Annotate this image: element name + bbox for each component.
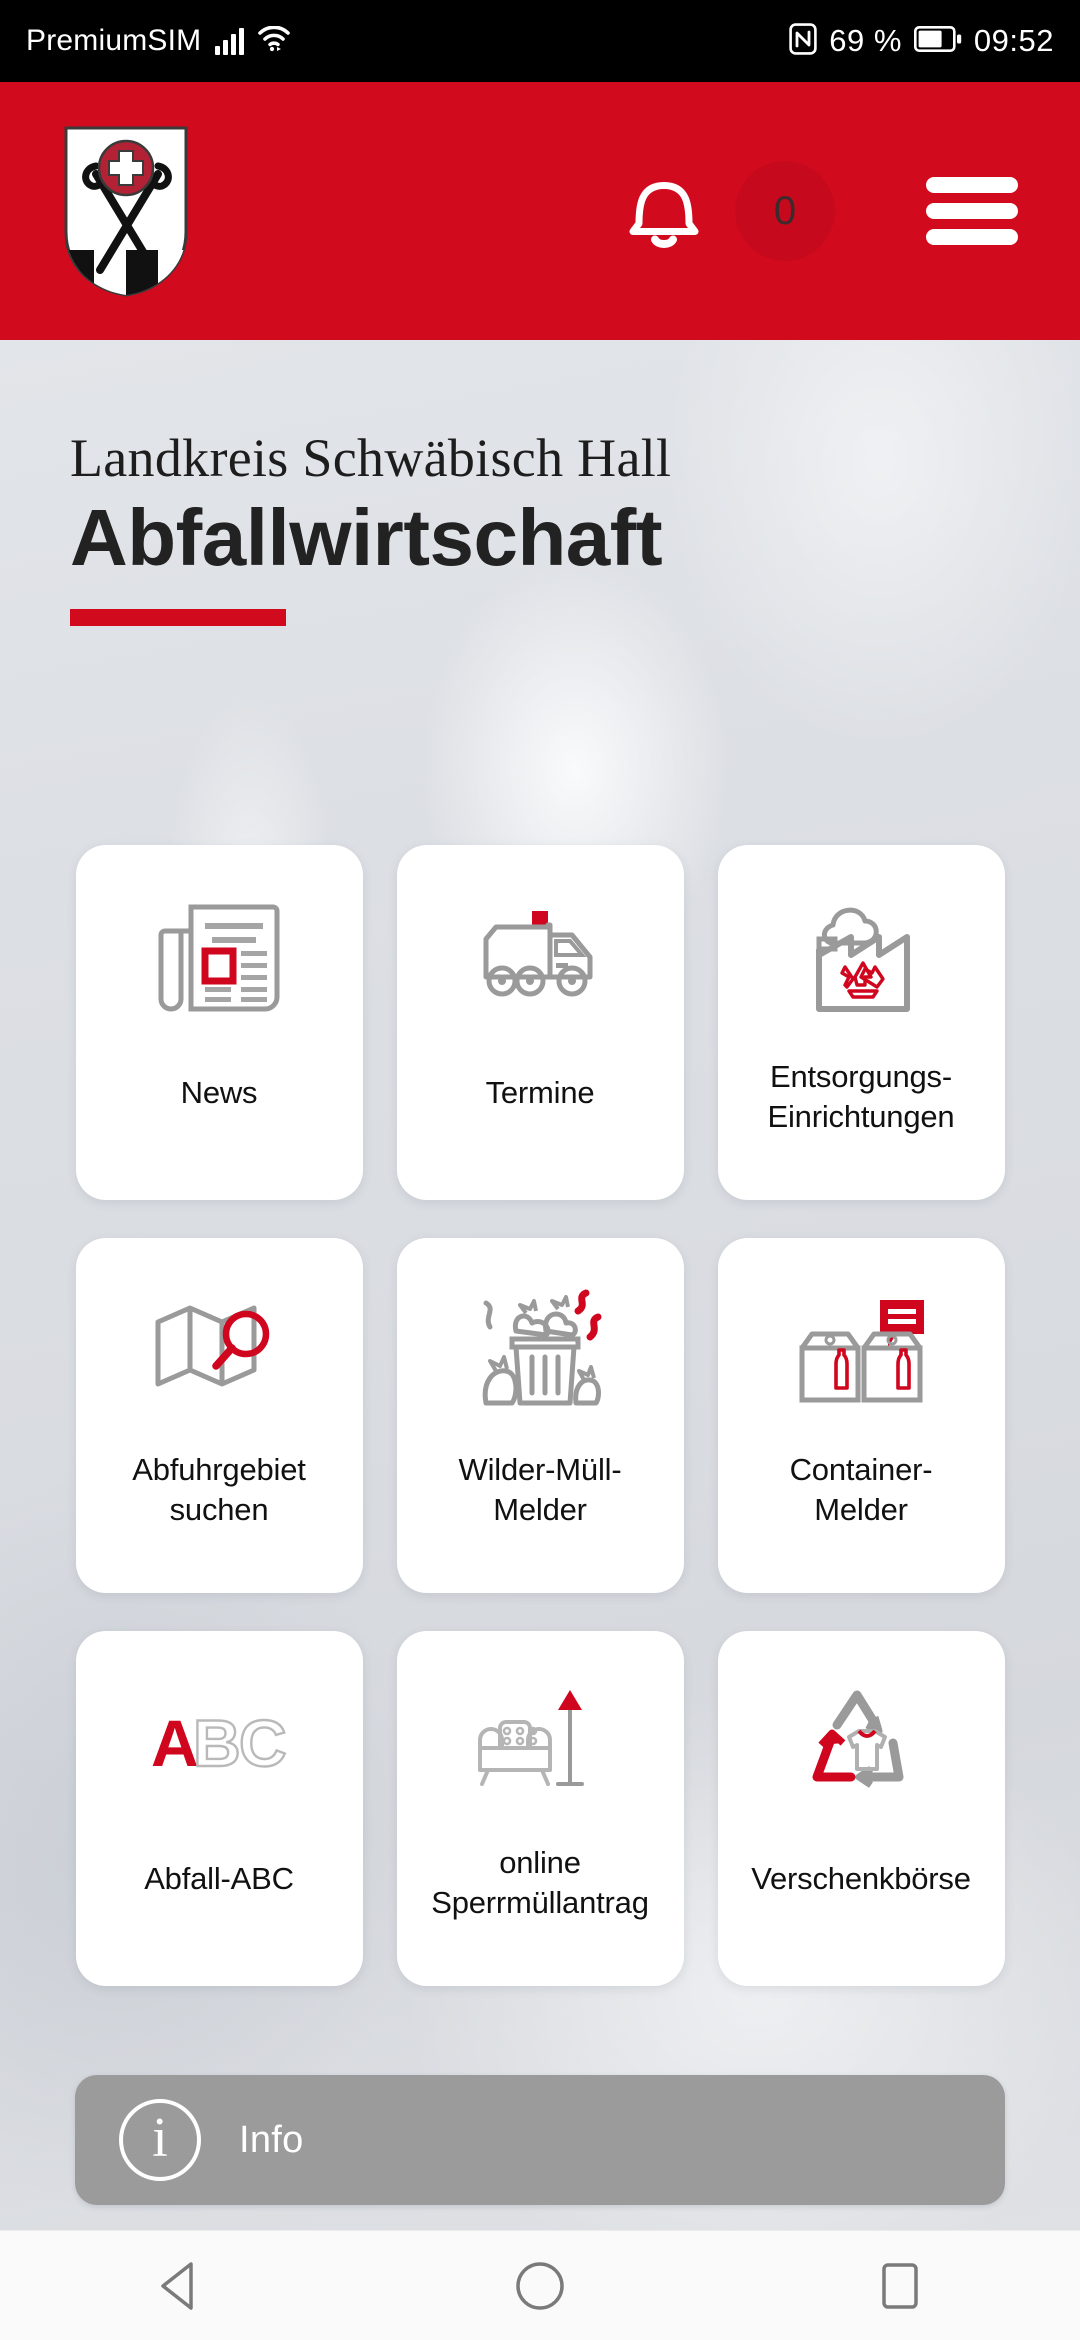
hamburger-menu-icon[interactable] xyxy=(926,177,1018,245)
battery-percent-label: 69 % xyxy=(829,23,902,58)
tile-label: Termine xyxy=(485,1075,595,1110)
tile-label: online Sperrmüllantrag xyxy=(409,1843,672,1922)
svg-text:B: B xyxy=(193,1710,241,1776)
tile-news[interactable]: News xyxy=(75,845,363,1200)
status-bar-right: 69 % 09:52 xyxy=(789,22,1054,60)
svg-text:C: C xyxy=(239,1710,287,1776)
svg-text:A: A xyxy=(151,1710,199,1776)
info-bar-label: Info xyxy=(239,2118,304,2161)
map-search-icon xyxy=(76,1238,363,1448)
tile-label: Abfall-ABC xyxy=(144,1861,294,1896)
sofa-lamp-icon xyxy=(397,1631,684,1841)
info-circle-icon: i xyxy=(119,2099,201,2181)
tile-label: Entsorgungs- Einrichtungen xyxy=(730,1057,993,1136)
tile-online-sperrmuellantrag[interactable]: online Sperrmüllantrag xyxy=(396,1631,684,1986)
abc-letters-icon: A B C xyxy=(76,1631,363,1841)
status-bar-left: PremiumSIM xyxy=(26,24,291,58)
tile-container-melder[interactable]: Container- Melder xyxy=(717,1238,1005,1593)
page-title-block: Landkreis Schwäbisch Hall Abfallwirtscha… xyxy=(70,428,672,627)
glass-container-icon xyxy=(718,1238,1005,1448)
carrier-label: PremiumSIM xyxy=(26,24,202,57)
garbage-truck-icon xyxy=(397,845,684,1055)
tile-label: Verschenkbörse xyxy=(751,1861,971,1896)
tile-label-line2: Sperrmüllantrag xyxy=(431,1884,649,1920)
menu-line-2 xyxy=(926,203,1018,219)
title-accent-rule xyxy=(70,609,286,627)
tile-abfall-abc[interactable]: A B C Abfall-ABC xyxy=(75,1631,363,1986)
tile-wilder-muell-melder[interactable]: Wilder-Müll- Melder xyxy=(396,1238,684,1593)
info-bar-button[interactable]: i Info xyxy=(75,2075,1005,2205)
tile-label-line1: online xyxy=(499,1845,581,1880)
tile-abfuhrgebiet-suchen[interactable]: Abfuhrgebiet suchen xyxy=(75,1238,363,1593)
recycle-shirt-icon xyxy=(718,1631,1005,1841)
tile-label-line2: Melder xyxy=(814,1491,908,1527)
status-bar: PremiumSIM 69 % 09:52 xyxy=(0,0,1080,82)
tile-label-line1: Entsorgungs- xyxy=(770,1059,952,1094)
tile-entsorgungs-einrichtungen[interactable]: Entsorgungs- Einrichtungen xyxy=(717,845,1005,1200)
tile-label-line2: Einrichtungen xyxy=(767,1098,955,1134)
back-triangle-icon[interactable] xyxy=(110,2231,250,2340)
recents-square-icon[interactable] xyxy=(830,2231,970,2340)
overflowing-trash-icon xyxy=(397,1238,684,1448)
clock-label: 09:52 xyxy=(973,23,1054,58)
notification-bell-button[interactable] xyxy=(625,166,703,257)
newspaper-icon xyxy=(76,845,363,1055)
tile-label-line1: Wilder-Müll- xyxy=(458,1452,622,1487)
tile-label-line1: Container- xyxy=(789,1452,933,1487)
tile-termine[interactable]: Termine xyxy=(396,845,684,1200)
page-title: Abfallwirtschaft xyxy=(70,492,663,582)
factory-recycling-icon xyxy=(718,845,1005,1055)
menu-line-1 xyxy=(926,177,1018,193)
tile-grid: News Termine Entsorgungs- Einrichtungen … xyxy=(0,845,1080,1986)
tile-label: Wilder-Müll- Melder xyxy=(409,1450,672,1529)
tile-label: News xyxy=(180,1075,258,1110)
signal-bars-icon xyxy=(215,27,245,55)
tile-label: Container- Melder xyxy=(730,1450,993,1529)
tile-label-line1: Abfuhrgebiet xyxy=(132,1452,306,1487)
nfc-icon xyxy=(789,22,817,60)
tile-label-line2: Melder xyxy=(493,1491,587,1527)
page-subtitle: Landkreis Schwäbisch Hall xyxy=(70,428,672,488)
wifi-icon xyxy=(258,25,291,57)
app-screen: PremiumSIM 69 % 09:52 0 Landkreis Schwäb… xyxy=(0,0,1080,2340)
tile-verschenkboerse[interactable]: Verschenkbörse xyxy=(717,1631,1005,1986)
android-nav-bar xyxy=(0,2230,1080,2340)
home-circle-icon[interactable] xyxy=(470,2231,610,2340)
coat-of-arms-logo[interactable] xyxy=(62,124,190,299)
app-header: 0 xyxy=(0,82,1080,340)
notification-count-label: 0 xyxy=(773,188,797,233)
tile-label: Abfuhrgebiet suchen xyxy=(88,1450,351,1529)
header-actions: 0 xyxy=(520,82,1080,340)
notification-count-badge[interactable]: 0 xyxy=(735,161,835,261)
menu-line-3 xyxy=(926,229,1018,245)
tile-label-line2: suchen xyxy=(169,1491,269,1527)
battery-icon xyxy=(913,25,962,57)
